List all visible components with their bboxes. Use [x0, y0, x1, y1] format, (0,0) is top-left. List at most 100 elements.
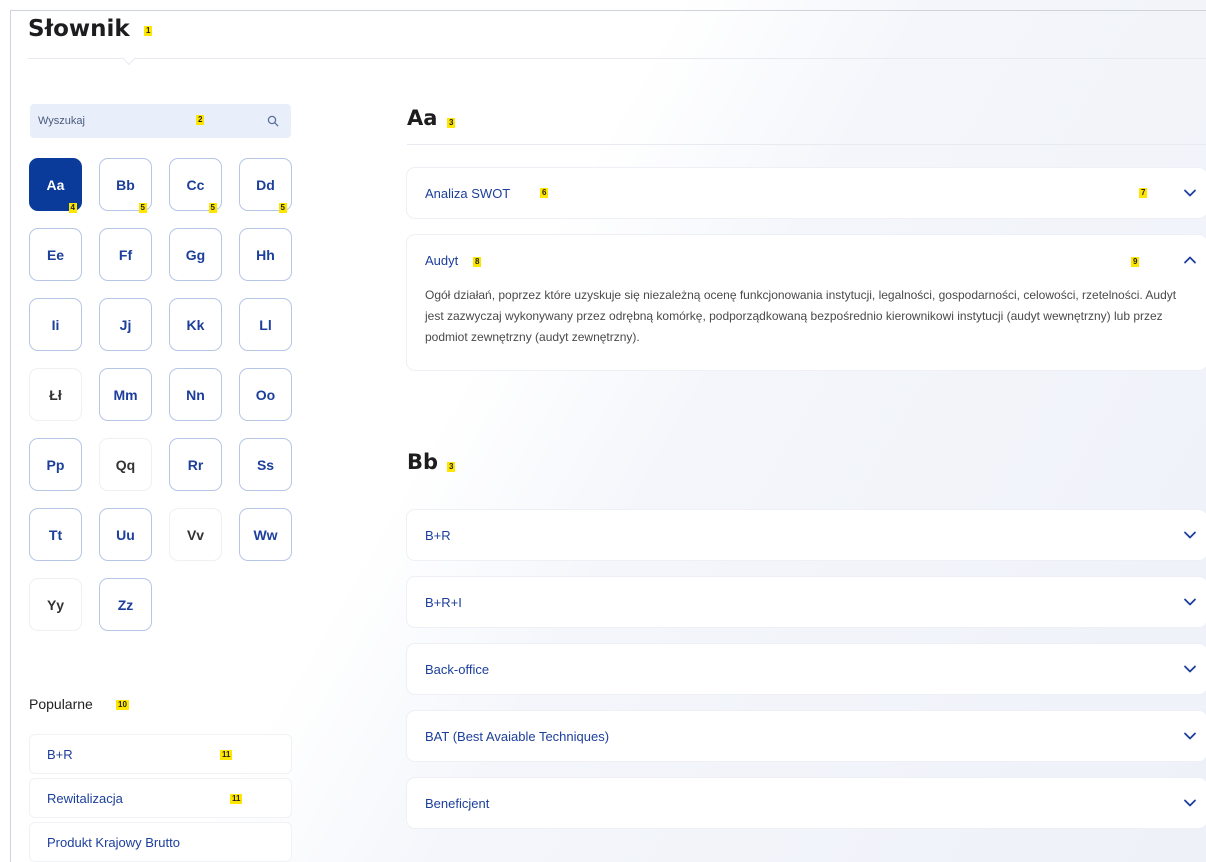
- letter-button-w[interactable]: Ww: [239, 508, 292, 561]
- alphabet-grid: Aa 4 Bb 5 Cc 5 Dd 5 Ee Ff Gg Hh Ii Jj Kk Ll Łł Mm Nn Oo Pp Qq…: [29, 158, 292, 631]
- letter-button-b[interactable]: Bb 5: [99, 158, 152, 213]
- letter-button-z[interactable]: Zz: [99, 578, 152, 631]
- marker-badge: 5: [138, 203, 147, 213]
- marker-badge: 11: [220, 750, 233, 760]
- chevron-down-icon[interactable]: [1183, 796, 1197, 810]
- letter-button-d[interactable]: Dd 5: [239, 158, 292, 213]
- letter-label: Tt: [48, 526, 63, 543]
- letter-label: Jj: [119, 316, 132, 333]
- popular-list: B+R 11 Rewitalizacja 11 Produkt Krajowy …: [30, 735, 291, 862]
- marker-badge: 8: [473, 257, 482, 267]
- letter-label: Kk: [186, 316, 205, 333]
- letter-button-f[interactable]: Ff: [99, 228, 152, 281]
- accordion-header[interactable]: Audyt 8 9: [407, 235, 1206, 285]
- marker-badge: 6: [540, 188, 549, 198]
- search-icon[interactable]: [267, 115, 279, 127]
- chevron-down-icon[interactable]: [1183, 729, 1197, 743]
- letter-label: Yy: [46, 596, 65, 613]
- letter-label: Nn: [186, 386, 205, 403]
- search-input[interactable]: [38, 115, 188, 127]
- marker-badge: 3: [447, 118, 456, 128]
- letter-label: Ss: [256, 456, 275, 473]
- marker-badge: 10: [116, 700, 129, 710]
- letter-button-u[interactable]: Uu: [99, 508, 152, 561]
- accordion-label: BAT (Best Avaiable Techniques): [425, 728, 610, 744]
- chevron-down-icon[interactable]: [1183, 528, 1197, 542]
- marker-badge: 3: [447, 462, 456, 472]
- accordion-item-bat: BAT (Best Avaiable Techniques): [407, 711, 1206, 761]
- accordion-header[interactable]: B+R+I: [407, 577, 1206, 627]
- letter-button-t[interactable]: Tt: [29, 508, 82, 561]
- letter-label: Vv: [186, 526, 205, 543]
- accordion-header[interactable]: Back-office: [407, 644, 1206, 694]
- letter-label: Gg: [185, 246, 206, 263]
- search-box[interactable]: 2: [30, 104, 291, 138]
- chevron-down-icon[interactable]: [1183, 662, 1197, 676]
- letter-button-v: Vv: [169, 508, 222, 561]
- accordion-label: Audyt: [425, 252, 459, 268]
- accordion-header[interactable]: Beneficjent: [407, 778, 1206, 828]
- accordion-label: Beneficjent: [425, 795, 490, 811]
- letter-button-g[interactable]: Gg: [169, 228, 222, 281]
- accordion-body: Ogół działań, poprzez które uzyskuje się…: [425, 288, 1177, 344]
- marker-badge: 5: [208, 203, 217, 213]
- letter-button-l[interactable]: Ll: [239, 298, 292, 351]
- popular-item-label: Rewitalizacja: [47, 790, 123, 806]
- letter-label: Qq: [115, 456, 136, 473]
- marker-badge: 9: [1131, 257, 1140, 267]
- letter-button-p[interactable]: Pp: [29, 438, 82, 491]
- popular-item-label: B+R: [47, 746, 73, 762]
- popular-item-rewitalizacja[interactable]: Rewitalizacja 11: [30, 779, 291, 817]
- section-divider: [407, 144, 1206, 145]
- letter-label: Ee: [46, 246, 65, 263]
- letter-label: Oo: [255, 386, 276, 403]
- letter-button-ł: Łł: [29, 368, 82, 421]
- letter-label: Rr: [187, 456, 204, 473]
- letter-button-m[interactable]: Mm: [99, 368, 152, 421]
- accordion-item-beneficjent: Beneficjent: [407, 778, 1206, 828]
- popular-item-b-r[interactable]: B+R 11: [30, 735, 291, 773]
- letter-button-a[interactable]: Aa 4: [29, 158, 82, 213]
- letter-button-c[interactable]: Cc 5: [169, 158, 222, 213]
- marker-badge: 2: [196, 115, 205, 125]
- letter-button-r[interactable]: Rr: [169, 438, 222, 491]
- accordion-item-b-r: B+R: [407, 510, 1206, 560]
- accordion-header[interactable]: B+R: [407, 510, 1206, 560]
- popular-item-label: Produkt Krajowy Brutto: [47, 834, 180, 850]
- letter-button-e[interactable]: Ee: [29, 228, 82, 281]
- letter-button-q: Qq: [99, 438, 152, 491]
- letter-label: Bb: [116, 176, 135, 193]
- letter-button-i[interactable]: Ii: [29, 298, 82, 351]
- accordion-label: B+R+I: [425, 594, 462, 610]
- accordion-item-b-r-i: B+R+I: [407, 577, 1206, 627]
- letter-label: Dd: [256, 176, 275, 193]
- marker-badge: 7: [1139, 188, 1148, 198]
- letter-button-o[interactable]: Oo: [239, 368, 292, 421]
- marker-badge: 1: [144, 26, 153, 36]
- accordion-label: B+R: [425, 527, 451, 543]
- chevron-down-icon[interactable]: [1183, 186, 1197, 200]
- accordion-header[interactable]: Analiza SWOT 6 7: [407, 168, 1206, 218]
- letter-label: Zz: [117, 596, 134, 613]
- letter-label: Ll: [259, 316, 272, 333]
- accordion-label: Analiza SWOT: [425, 185, 511, 201]
- chevron-up-icon[interactable]: [1183, 253, 1197, 267]
- letter-label: Ff: [118, 246, 133, 263]
- letter-button-s[interactable]: Ss: [239, 438, 292, 491]
- section-title-aa: Aa: [407, 106, 438, 130]
- chevron-down-icon[interactable]: [1183, 595, 1197, 609]
- letter-label: Pp: [46, 456, 65, 473]
- letter-button-k[interactable]: Kk: [169, 298, 222, 351]
- letter-button-n[interactable]: Nn: [169, 368, 222, 421]
- letter-label: Hh: [256, 246, 275, 263]
- letter-button-j[interactable]: Jj: [99, 298, 152, 351]
- section-title-bb: Bb: [407, 450, 439, 474]
- letter-label: Cc: [186, 176, 205, 193]
- title-divider: [28, 58, 1206, 59]
- letter-label: Łł: [49, 386, 62, 403]
- letter-label: Ww: [253, 526, 278, 543]
- accordion-header[interactable]: BAT (Best Avaiable Techniques): [407, 711, 1206, 761]
- page-title: Słownik: [28, 16, 130, 42]
- letter-button-h[interactable]: Hh: [239, 228, 292, 281]
- popular-item-pkb[interactable]: Produkt Krajowy Brutto: [30, 823, 291, 861]
